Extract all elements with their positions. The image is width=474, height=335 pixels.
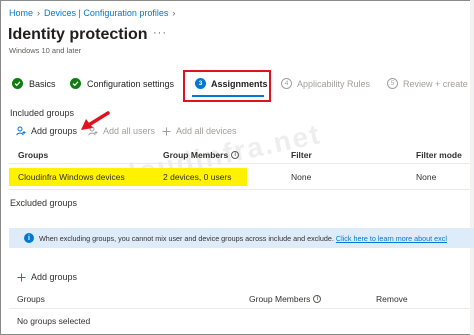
scrollbar-edge[interactable]: [470, 0, 474, 335]
info-message: When excluding groups, you cannot mix us…: [39, 234, 334, 243]
add-all-devices-button: Add all devices: [162, 126, 237, 136]
excluded-groups-heading: Excluded groups: [10, 198, 78, 208]
page-title: Identity protection: [8, 26, 148, 43]
column-header-group-members: Group Members i: [163, 150, 240, 160]
divider: [9, 189, 470, 190]
step-basics[interactable]: Basics: [12, 78, 56, 89]
chevron-right-icon: ›: [37, 8, 41, 18]
step-number-badge: 4: [281, 78, 292, 89]
step-label: Configuration settings: [87, 78, 175, 89]
add-groups-label: Add groups: [31, 126, 78, 136]
plus-icon: [162, 127, 171, 135]
add-groups-button[interactable]: Add groups: [16, 126, 77, 136]
column-header-filter: Filter: [291, 150, 312, 160]
info-icon[interactable]: i: [313, 295, 322, 303]
column-header-groups: Groups: [18, 150, 49, 160]
learn-more-link[interactable]: Click here to learn more about excl: [336, 234, 447, 243]
plus-icon: [17, 273, 26, 281]
info-icon: i: [24, 233, 34, 243]
add-all-devices-label: Add all devices: [176, 126, 237, 136]
column-header-filter-mode: Filter mode: [416, 150, 462, 160]
breadcrumb-home[interactable]: Home: [9, 8, 33, 18]
more-options-button[interactable]: ···: [153, 27, 167, 39]
table-cell-group[interactable]: Cloudinfra Windows devices: [18, 172, 125, 182]
checkmark-icon: [12, 78, 23, 89]
annotation-highlight-box: [183, 70, 271, 102]
info-icon[interactable]: i: [231, 151, 240, 159]
chevron-right-icon: ›: [172, 8, 176, 18]
column-header-group-members: Group Members i: [249, 294, 322, 304]
included-groups-heading: Included groups: [10, 108, 75, 118]
divider: [9, 163, 470, 164]
table-cell-filter[interactable]: None: [291, 172, 311, 182]
empty-state-text: No groups selected: [17, 316, 91, 326]
info-banner-text: When excluding groups, you cannot mix us…: [39, 234, 447, 243]
breadcrumb: Home › Devices | Configuration profiles ›: [9, 8, 179, 18]
breadcrumb-devices[interactable]: Devices | Configuration profiles: [44, 8, 168, 18]
add-excluded-groups-button[interactable]: Add groups: [17, 272, 77, 282]
table-cell-members: 2 devices, 0 users: [163, 172, 232, 182]
column-header-label: Group Members: [163, 150, 229, 160]
step-label: Review + create: [403, 78, 468, 89]
divider: [9, 308, 470, 309]
checkmark-icon: [70, 78, 81, 89]
step-label: Applicability Rules: [297, 78, 371, 89]
step-review-create: 5 Review + create: [387, 78, 468, 89]
column-header-groups: Groups: [17, 294, 45, 304]
step-number-badge: 5: [387, 78, 398, 89]
add-groups-label: Add groups: [31, 272, 78, 282]
table-cell-filter-mode[interactable]: None: [416, 172, 436, 182]
page-subtitle: Windows 10 and later: [9, 46, 82, 55]
annotation-arrow-icon: [81, 111, 110, 130]
column-header-remove: Remove: [376, 294, 408, 304]
add-user-icon: [16, 126, 26, 136]
step-configuration-settings[interactable]: Configuration settings: [70, 78, 174, 89]
step-applicability-rules: 4 Applicability Rules: [281, 78, 370, 89]
active-step-underline: [192, 95, 264, 97]
step-label: Basics: [29, 78, 56, 89]
column-header-label: Group Members: [249, 294, 311, 304]
